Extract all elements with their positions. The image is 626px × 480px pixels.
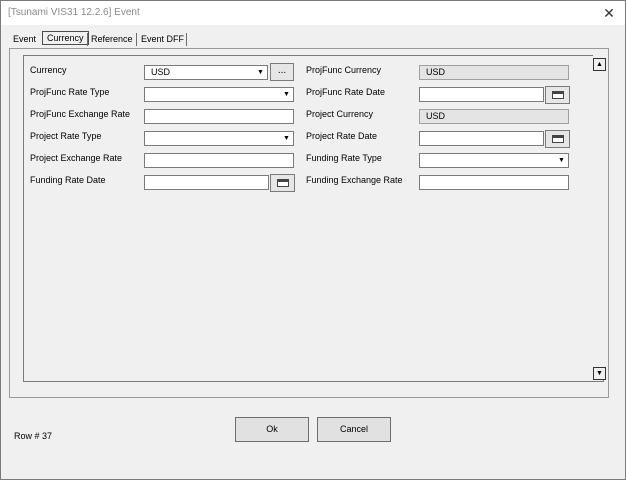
tab-separator: [186, 33, 187, 46]
project-rate-date-label: Project Rate Date: [306, 131, 378, 141]
title-bar: [Tsunami VIS31 12.2.6] Event ✕: [1, 1, 625, 25]
tab-event[interactable]: Event: [9, 32, 40, 46]
project-exchange-rate-input[interactable]: [144, 153, 294, 168]
funding-rate-date-calendar-button[interactable]: [270, 174, 295, 192]
funding-rate-type-select[interactable]: ▼: [419, 153, 569, 168]
chevron-down-icon[interactable]: ▼: [556, 155, 567, 166]
close-icon[interactable]: ✕: [599, 3, 619, 23]
tab-reference[interactable]: Reference: [87, 32, 137, 46]
projfunc-currency-label: ProjFunc Currency: [306, 65, 382, 75]
calendar-icon: [552, 135, 564, 143]
projfunc-rate-date-input[interactable]: [419, 87, 544, 102]
projfunc-rate-date-label: ProjFunc Rate Date: [306, 87, 386, 97]
currency-lov-button[interactable]: ...: [270, 63, 294, 81]
projfunc-rate-type-select[interactable]: ▼: [144, 87, 294, 102]
scroll-up-icon[interactable]: ▲: [593, 58, 606, 71]
project-rate-date-calendar-button[interactable]: [545, 130, 570, 148]
project-rate-type-select[interactable]: ▼: [144, 131, 294, 146]
funding-rate-date-label: Funding Rate Date: [30, 175, 106, 185]
project-currency-field: USD: [419, 109, 569, 124]
currency-tab-panel: Currency USD ▼ ... ProjFunc Rate Type ▼ …: [9, 48, 609, 398]
calendar-icon: [552, 91, 564, 99]
cancel-button[interactable]: Cancel: [317, 417, 391, 442]
chevron-down-icon[interactable]: ▼: [281, 133, 292, 144]
event-window: [Tsunami VIS31 12.2.6] Event ✕ Event Cur…: [0, 0, 626, 480]
funding-rate-date-input[interactable]: [144, 175, 269, 190]
row-indicator: Row # 37: [14, 431, 53, 441]
tab-event-dff[interactable]: Event DFF: [137, 32, 188, 46]
funding-exchange-rate-input[interactable]: [419, 175, 569, 190]
window-title: [Tsunami VIS31 12.2.6] Event: [8, 7, 140, 18]
chevron-down-icon[interactable]: ▼: [281, 89, 292, 100]
project-rate-date-input[interactable]: [419, 131, 544, 146]
chevron-down-icon[interactable]: ▼: [255, 67, 266, 78]
projfunc-rate-type-label: ProjFunc Rate Type: [30, 87, 110, 97]
projfunc-exchange-rate-label: ProjFunc Exchange Rate: [30, 109, 131, 119]
calendar-icon: [277, 179, 289, 187]
currency-label: Currency: [30, 65, 67, 75]
projfunc-currency-field: USD: [419, 65, 569, 80]
project-rate-type-label: Project Rate Type: [30, 131, 102, 141]
currency-select[interactable]: USD ▼: [144, 65, 268, 80]
projfunc-rate-date-calendar-button[interactable]: [545, 86, 570, 104]
scroll-down-icon[interactable]: ▼: [593, 367, 606, 380]
currency-form-area: Currency USD ▼ ... ProjFunc Rate Type ▼ …: [23, 55, 604, 382]
ok-button[interactable]: Ok: [235, 417, 309, 442]
projfunc-exchange-rate-input[interactable]: [144, 109, 294, 124]
funding-exchange-rate-label: Funding Exchange Rate: [306, 175, 403, 185]
project-exchange-rate-label: Project Exchange Rate: [30, 153, 123, 163]
tab-currency[interactable]: Currency: [42, 31, 89, 45]
project-currency-label: Project Currency: [306, 109, 374, 119]
funding-rate-type-label: Funding Rate Type: [306, 153, 382, 163]
vertical-scrollbar[interactable]: ▲ ▼: [593, 55, 607, 380]
currency-value: USD: [151, 67, 171, 77]
